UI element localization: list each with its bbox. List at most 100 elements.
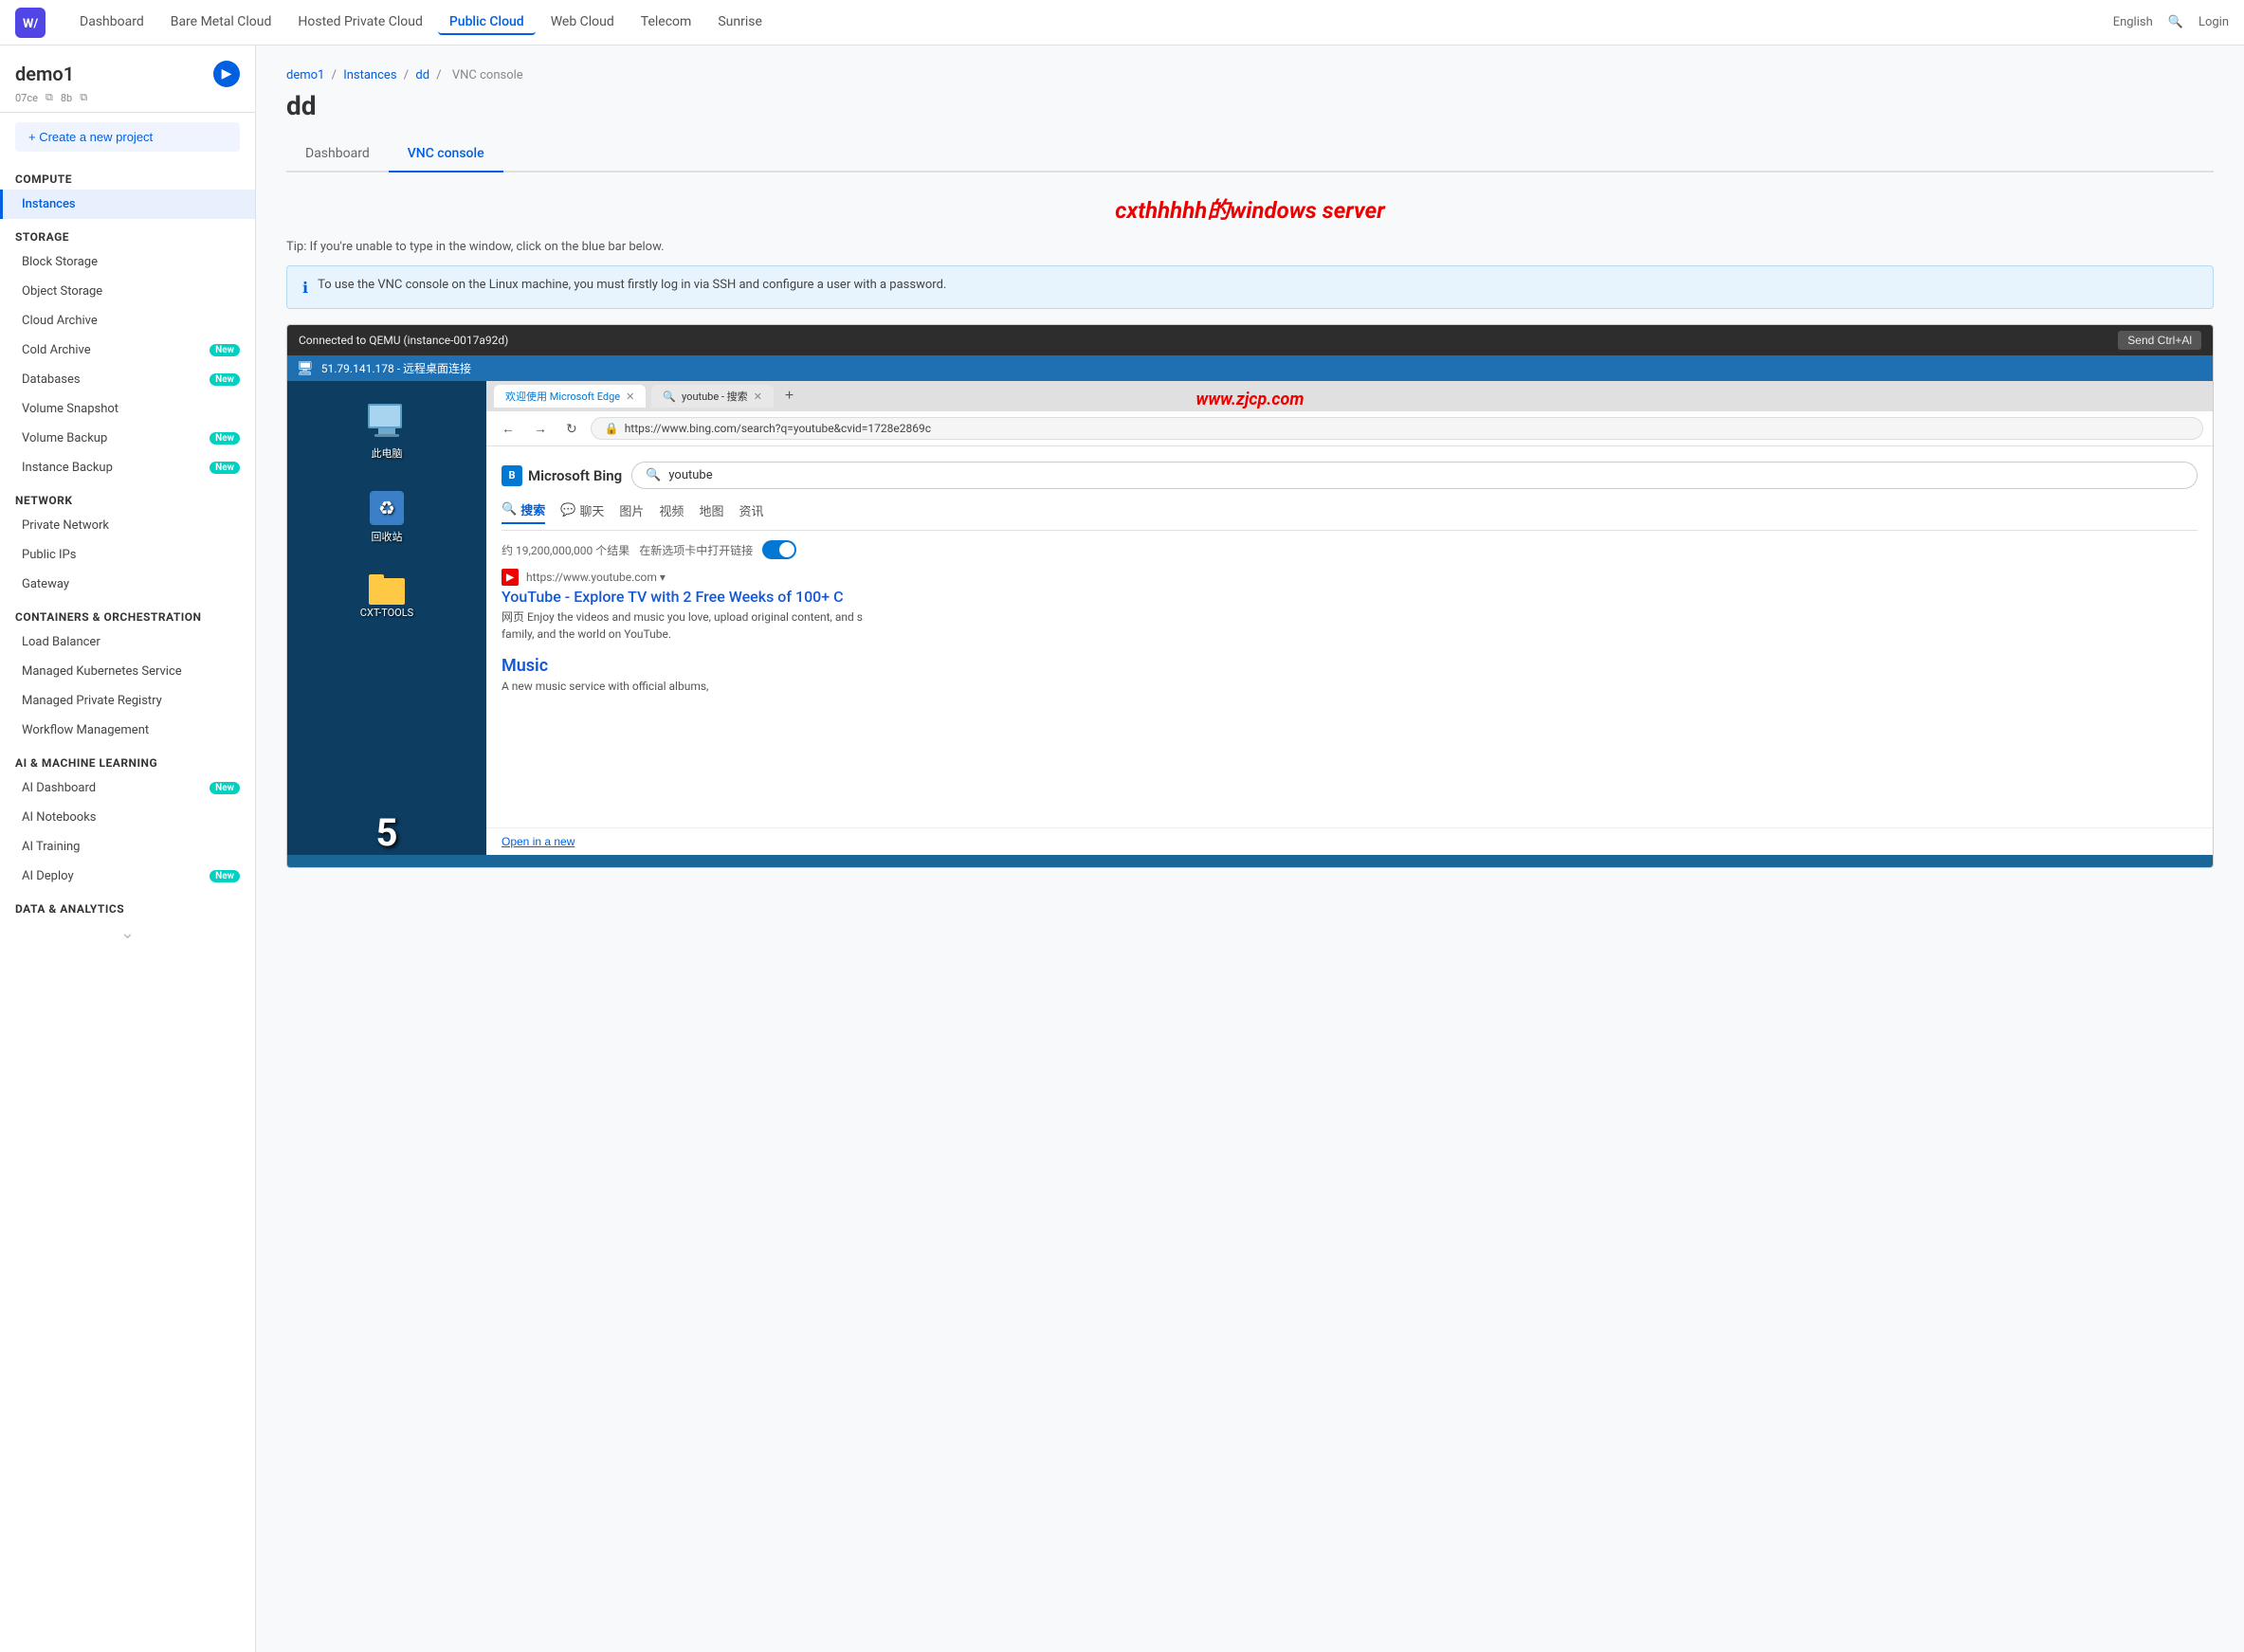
nav-telecom[interactable]: Telecom (629, 10, 703, 35)
sidebar-section-ai: AI & Machine Learning (0, 745, 255, 773)
sidebar-item-workflow[interactable]: Workflow Management (0, 716, 255, 745)
folder-icon (369, 574, 405, 603)
rdp-titlebar: 🖥 51.79.141.178 - 远程桌面连接 (287, 355, 2213, 381)
desktop-area: 此电脑 ♻ 回收站 (287, 381, 486, 855)
sidebar-item-registry[interactable]: Managed Private Registry (0, 686, 255, 716)
edge-back-btn[interactable]: ← (496, 419, 520, 438)
info-banner: ℹ To use the VNC console on the Linux ma… (286, 265, 2214, 309)
sidebar-item-object-storage[interactable]: Object Storage (0, 277, 255, 306)
edge-new-tab-btn[interactable]: + (779, 388, 799, 405)
nav-public-cloud[interactable]: Public Cloud (438, 10, 536, 35)
svg-text:W/: W/ (23, 17, 38, 31)
sidebar-item-private-network[interactable]: Private Network (0, 511, 255, 540)
nav-dashboard[interactable]: Dashboard (68, 10, 155, 35)
sidebar-item-databases[interactable]: Databases New (0, 365, 255, 394)
bing-tab-images[interactable]: 图片 (619, 500, 644, 524)
sidebar-item-block-storage[interactable]: Block Storage (0, 247, 255, 277)
bing-tab-chat-icon: 💬 (560, 503, 575, 517)
edge-url-bar[interactable]: 🔒 https://www.bing.com/search?q=youtube&… (591, 417, 2203, 440)
nav-login[interactable]: Login (2198, 15, 2229, 29)
bing-tab-maps[interactable]: 地图 (699, 500, 723, 524)
bing-tab-search[interactable]: 🔍 搜索 (502, 500, 545, 524)
edge-tab2-icon: 🔍 (663, 390, 676, 403)
sidebar-item-gateway[interactable]: Gateway (0, 570, 255, 599)
breadcrumb-demo1[interactable]: demo1 (286, 68, 324, 82)
project-id-suffix: 8b (61, 92, 72, 104)
info-banner-text: To use the VNC console on the Linux mach… (318, 278, 946, 292)
breadcrumb-current: VNC console (452, 68, 523, 82)
bing-logo-text: Microsoft Bing (528, 467, 622, 484)
app-layout: demo1 ▶ 07ce ⧉ 8b ⧉ + Create a new proje… (0, 0, 2244, 1652)
bing-search-bar[interactable]: 🔍 youtube (631, 462, 2198, 489)
vnc-send-ctrl-btn[interactable]: Send Ctrl+Al (2118, 331, 2201, 350)
result-youtube-desc: 网页 Enjoy the videos and music you love, … (502, 608, 2198, 643)
bing-tab-chat[interactable]: 💬 聊天 (560, 500, 604, 524)
nav-bare-metal[interactable]: Bare Metal Cloud (159, 10, 283, 35)
breadcrumb-instances[interactable]: Instances (343, 68, 396, 82)
edge-refresh-btn[interactable]: ↻ (560, 419, 583, 439)
result-youtube-title[interactable]: YouTube - Explore TV with 2 Free Weeks o… (502, 588, 2198, 606)
edge-tab-2[interactable]: 🔍 youtube - 搜索 ✕ (651, 385, 774, 408)
create-project-btn[interactable]: + Create a new project (15, 122, 240, 152)
sidebar-item-k8s[interactable]: Managed Kubernetes Service (0, 657, 255, 686)
sidebar-item-instance-backup[interactable]: Instance Backup New (0, 453, 255, 482)
bing-logo: B Microsoft Bing (502, 465, 622, 486)
logo[interactable]: W/ (15, 8, 46, 38)
nav-web-cloud[interactable]: Web Cloud (539, 10, 626, 35)
sidebar-section-compute: Compute (0, 161, 255, 190)
desktop-icon-recycle[interactable]: ♻ 回收站 (370, 491, 404, 544)
sidebar-item-instances[interactable]: Instances (0, 190, 255, 219)
vnc-bar-title: Connected to QEMU (instance-0017a92d) (299, 334, 508, 347)
project-header: demo1 ▶ (15, 61, 240, 87)
bing-header: B Microsoft Bing 🔍 youtube (502, 462, 2198, 489)
sidebar-scroll-down[interactable]: ⌄ (0, 919, 255, 947)
sidebar-item-cold-archive[interactable]: Cold Archive New (0, 336, 255, 365)
desktop-icon-computer[interactable]: 此电脑 (368, 404, 406, 461)
desktop-icon-cxt-tools[interactable]: CXT-TOOLS (360, 574, 413, 619)
page-tabs: Dashboard VNC console (286, 136, 2214, 172)
project-id-extra-icon[interactable]: ⧉ (80, 91, 87, 104)
open-in-tab-toggle[interactable] (762, 540, 796, 559)
sidebar-item-ai-dashboard[interactable]: AI Dashboard New (0, 773, 255, 803)
top-nav: W/ Dashboard Bare Metal Cloud Hosted Pri… (0, 0, 2244, 45)
sidebar-item-cloud-archive[interactable]: Cloud Archive (0, 306, 255, 336)
bing-tab-videos[interactable]: 视频 (659, 500, 684, 524)
bing-nav-tabs: 🔍 搜索 💬 聊天 图片 视频 (502, 500, 2198, 531)
website-watermark: www.zjcp.com (1196, 390, 1304, 409)
sidebar-item-public-ips[interactable]: Public IPs (0, 540, 255, 570)
edge-url-text: https://www.bing.com/search?q=youtube&cv… (625, 422, 931, 435)
bing-tab-news[interactable]: 资讯 (739, 500, 763, 524)
vnc-heading: cxthhhhh的windows server (286, 191, 2214, 225)
vnc-screen[interactable]: 🖥 51.79.141.178 - 远程桌面连接 www.zjcp.com (287, 355, 2213, 867)
open-in-new-btn[interactable]: Open in a new (502, 835, 575, 848)
edge-tab1-close[interactable]: ✕ (626, 390, 634, 403)
sidebar-item-ai-notebooks[interactable]: AI Notebooks (0, 803, 255, 832)
breadcrumb-dd[interactable]: dd (415, 68, 429, 82)
edge-tabs-bar: 欢迎使用 Microsoft Edge ✕ 🔍 youtube - 搜索 ✕ + (486, 381, 2213, 411)
edge-tab-1[interactable]: 欢迎使用 Microsoft Edge ✕ (494, 385, 646, 408)
sidebar-item-volume-snapshot[interactable]: Volume Snapshot (0, 394, 255, 424)
vnc-tip: Tip: If you're unable to type in the win… (286, 240, 2214, 254)
sidebar-item-volume-backup[interactable]: Volume Backup New (0, 424, 255, 453)
bing-search-value: youtube (668, 468, 712, 482)
project-id-copy-icon[interactable]: ⧉ (46, 91, 53, 104)
nav-hosted-private[interactable]: Hosted Private Cloud (286, 10, 433, 35)
edge-forward-btn[interactable]: → (528, 419, 553, 438)
sidebar-item-ai-deploy[interactable]: AI Deploy New (0, 862, 255, 891)
tab-dashboard[interactable]: Dashboard (286, 136, 389, 172)
tab-vnc-console[interactable]: VNC console (389, 136, 503, 172)
project-expand-btn[interactable]: ▶ (213, 61, 240, 87)
nav-sunrise[interactable]: Sunrise (706, 10, 774, 35)
nav-language[interactable]: English (2113, 15, 2153, 29)
edge-tab2-label: youtube - 搜索 (682, 389, 748, 404)
vnc-console: Connected to QEMU (instance-0017a92d) Se… (286, 324, 2214, 868)
bing-search-icon: 🔍 (646, 468, 661, 482)
edge-tab2-close[interactable]: ✕ (754, 390, 762, 403)
logo-icon: W/ (15, 8, 46, 38)
sidebar-item-load-balancer[interactable]: Load Balancer (0, 627, 255, 657)
music-title[interactable]: Music (502, 656, 2198, 676)
result-url: https://www.youtube.com ▾ (526, 571, 666, 584)
nav-search-icon[interactable]: 🔍 (2168, 15, 2183, 29)
sidebar-item-ai-training[interactable]: AI Training (0, 832, 255, 862)
main-inner: demo1 / Instances / dd / VNC console dd … (256, 45, 2244, 891)
